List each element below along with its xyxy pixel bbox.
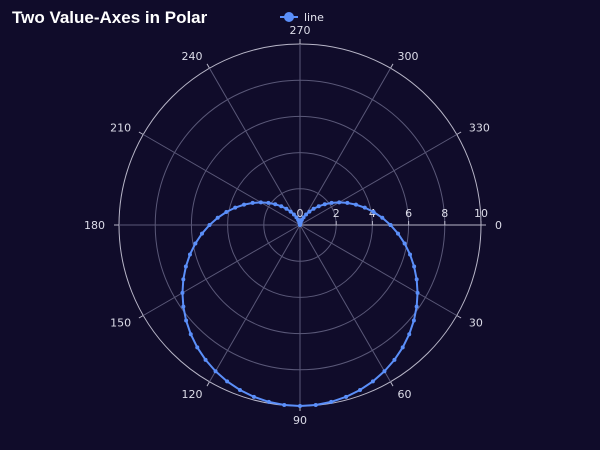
radius-tick-label: 2 [333, 207, 340, 220]
angle-tick-label: 150 [110, 317, 131, 330]
legend-label-line: line [304, 11, 324, 24]
angle-tick [138, 315, 144, 319]
series-point[interactable] [181, 304, 186, 309]
series-point[interactable] [233, 205, 238, 210]
series-point[interactable] [258, 200, 263, 205]
series-point[interactable] [358, 387, 363, 392]
angle-tick-label: 210 [110, 122, 131, 135]
series-point[interactable] [193, 241, 198, 246]
series-point[interactable] [183, 264, 188, 269]
series-point[interactable] [414, 304, 419, 309]
series-point[interactable] [203, 357, 208, 362]
series-point[interactable] [288, 209, 293, 214]
angle-gridline [299, 134, 458, 226]
series-point[interactable] [400, 345, 405, 350]
series-point[interactable] [344, 394, 349, 399]
series-point[interactable] [382, 369, 387, 374]
series-point[interactable] [225, 379, 230, 384]
series-point[interactable] [250, 200, 255, 205]
series-point[interactable] [213, 369, 218, 374]
angle-tick [390, 63, 394, 69]
angle-tick-label: 300 [398, 50, 419, 63]
chart-page: Two Value-Axes in Polar line 0 30 60 90 120 1… [0, 0, 600, 450]
series-point[interactable] [322, 202, 327, 207]
series-point[interactable] [195, 345, 200, 350]
angle-gridline [142, 134, 301, 226]
series-point[interactable] [199, 231, 204, 236]
series-point[interactable] [337, 200, 342, 205]
series-point[interactable] [282, 402, 287, 407]
angle-gridline [299, 224, 458, 316]
angle-tick [206, 381, 210, 387]
series-point[interactable] [380, 215, 385, 220]
series-point[interactable] [188, 332, 193, 337]
series-point[interactable] [371, 210, 376, 215]
series-point[interactable] [284, 206, 289, 211]
angle-tick-label: 330 [469, 122, 490, 135]
series-point[interactable] [215, 215, 220, 220]
series-point[interactable] [237, 387, 242, 392]
angle-tick [456, 131, 462, 135]
angle-gridline [209, 224, 301, 383]
series-point[interactable] [187, 252, 192, 257]
series-point[interactable] [224, 210, 229, 215]
angle-tick-label: 270 [290, 24, 311, 37]
angle-tick-label: 180 [84, 219, 105, 232]
series-point[interactable] [411, 318, 416, 323]
angle-tick [138, 131, 144, 135]
series-point[interactable] [181, 277, 186, 282]
angle-tick [206, 63, 210, 69]
series-point[interactable] [402, 241, 407, 246]
series-point[interactable] [408, 252, 413, 257]
series-point[interactable] [353, 202, 358, 207]
series-point[interactable] [316, 204, 321, 209]
angle-tick-label: 240 [182, 50, 203, 63]
angle-tick [456, 315, 462, 319]
series-point[interactable] [396, 231, 401, 236]
series-point[interactable] [207, 223, 212, 227]
polar-chart: line 03060901201501802102402703003300246… [84, 11, 502, 427]
series-point[interactable] [329, 399, 334, 404]
series-point[interactable] [180, 290, 185, 295]
angle-gridline [299, 224, 391, 383]
series-point[interactable] [370, 379, 375, 384]
series-point[interactable] [266, 399, 271, 404]
series-point[interactable] [266, 200, 271, 205]
series-point[interactable] [392, 357, 397, 362]
series-point[interactable] [345, 200, 350, 205]
angle-tick-label: 120 [182, 388, 203, 401]
series-point[interactable] [298, 404, 302, 408]
radius-tick-label: 6 [405, 207, 412, 220]
series-point[interactable] [414, 277, 419, 282]
series-point[interactable] [307, 209, 312, 214]
angle-tick [390, 381, 394, 387]
angle-gridline [209, 67, 301, 226]
series-point[interactable] [242, 202, 247, 207]
series-point[interactable] [412, 264, 417, 269]
series-point[interactable] [311, 206, 316, 211]
series-point[interactable] [362, 205, 367, 210]
series-point[interactable] [251, 394, 256, 399]
angle-gridline [142, 224, 301, 316]
angle-tick-label: 90 [293, 414, 307, 427]
angle-tick-label: 30 [469, 317, 483, 330]
radius-tick-label: 10 [474, 207, 488, 220]
legend[interactable]: line [280, 11, 324, 24]
series-point[interactable] [388, 223, 393, 227]
series-point[interactable] [313, 402, 318, 407]
series-point[interactable] [407, 332, 412, 337]
angle-tick-label: 0 [495, 219, 502, 232]
radius-tick-label: 8 [441, 207, 448, 220]
angle-gridline [299, 67, 391, 226]
legend-marker-swatch [284, 12, 294, 22]
series-point[interactable] [273, 202, 278, 207]
series-point[interactable] [415, 290, 420, 295]
series-point[interactable] [184, 318, 189, 323]
series-point[interactable] [304, 212, 309, 217]
series-point[interactable] [329, 200, 334, 205]
series-point[interactable] [279, 204, 284, 209]
angle-tick-label: 60 [398, 388, 412, 401]
